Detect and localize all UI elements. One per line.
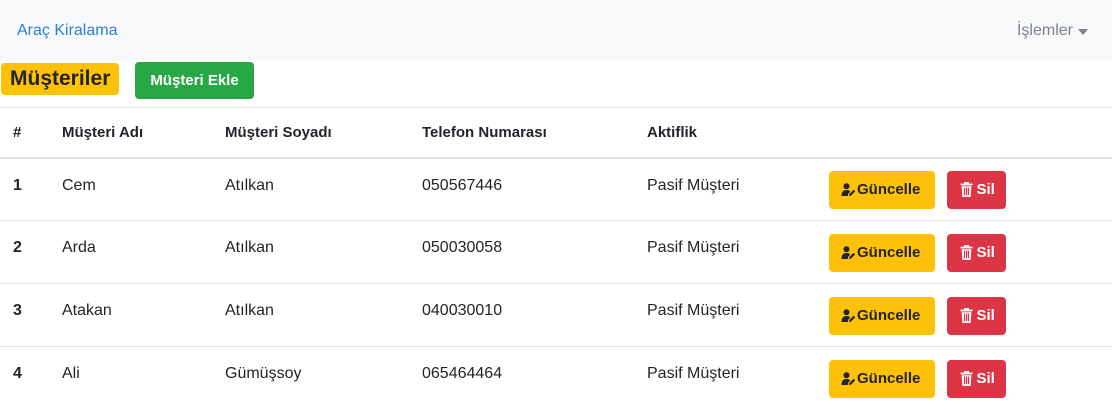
first-name-cell: Cem	[62, 157, 225, 221]
delete-button[interactable]: Sil	[947, 296, 1007, 335]
last-name-cell: Atılkan	[225, 283, 422, 347]
actions-cell: Güncelle Sil	[828, 220, 1112, 284]
user-edit-icon	[841, 245, 856, 260]
status-cell: Pasif Müşteri	[647, 157, 828, 221]
column-header-first-name: Müşteri Adı	[62, 107, 225, 159]
actions-cell: Güncelle Sil	[828, 157, 1112, 221]
column-header-status: Aktiflik	[647, 107, 828, 159]
status-cell: Pasif Müşteri	[647, 283, 828, 347]
phone-cell: 050567446	[422, 157, 647, 221]
page-title: Müşteriler	[1, 63, 120, 95]
update-button[interactable]: Güncelle	[829, 296, 935, 335]
column-header-last-name: Müşteri Soyadı	[225, 107, 422, 159]
first-name-cell: Arda	[62, 220, 225, 284]
phone-cell: 040030010	[422, 283, 647, 347]
actions-cell: Güncelle Sil	[828, 283, 1112, 347]
last-name-cell: Atılkan	[225, 220, 422, 284]
table-row: 1 Cem Atılkan 050567446 Pasif Müşteri Gü…	[0, 157, 1112, 221]
trash-icon	[960, 245, 975, 260]
update-label: Güncelle	[857, 244, 921, 261]
user-edit-icon	[841, 371, 856, 386]
actions-cell: Güncelle Sil	[828, 346, 1112, 410]
update-button[interactable]: Güncelle	[829, 233, 935, 272]
trash-icon	[960, 182, 975, 198]
add-customer-button[interactable]: Müşteri Ekle	[135, 62, 254, 99]
navbar: Araç Kiralama İşlemler	[0, 0, 1112, 60]
delete-button[interactable]: Sil	[947, 233, 1007, 272]
first-name-cell: Ali	[62, 346, 225, 410]
phone-cell: 065464464	[422, 346, 647, 410]
user-edit-icon	[841, 182, 856, 197]
delete-label: Sil	[976, 307, 995, 324]
column-header-actions	[828, 107, 1112, 159]
trash-icon	[960, 308, 975, 323]
update-button[interactable]: Güncelle	[829, 359, 935, 398]
row-number: 4	[0, 346, 62, 410]
table-row: 3 Atakan Atılkan 040030010 Pasif Müşteri…	[0, 283, 1112, 347]
column-header-number: #	[0, 107, 62, 159]
delete-button[interactable]: Sil	[947, 359, 1007, 398]
row-number: 3	[0, 283, 62, 347]
row-number: 1	[0, 157, 62, 221]
customers-table: # Müşteri Adı Müşteri Soyadı Telefon Num…	[0, 107, 1112, 410]
table-header-row: # Müşteri Adı Müşteri Soyadı Telefon Num…	[0, 107, 1112, 159]
delete-button[interactable]: Sil	[947, 170, 1007, 209]
caret-down-icon	[1078, 28, 1088, 35]
status-cell: Pasif Müşteri	[647, 220, 828, 284]
delete-label: Sil	[976, 181, 995, 199]
status-cell: Pasif Müşteri	[647, 346, 828, 410]
first-name-cell: Atakan	[62, 283, 225, 347]
update-label: Güncelle	[857, 307, 921, 324]
dropdown-label: İşlemler	[1016, 22, 1073, 39]
delete-label: Sil	[976, 370, 995, 388]
trash-icon	[960, 371, 975, 387]
delete-label: Sil	[976, 244, 995, 261]
table-row: 2 Arda Atılkan 050030058 Pasif Müşteri G…	[0, 220, 1112, 284]
update-button[interactable]: Güncelle	[829, 170, 935, 209]
column-header-phone: Telefon Numarası	[422, 107, 647, 159]
row-number: 2	[0, 220, 62, 284]
islemler-dropdown[interactable]: İşlemler	[1017, 22, 1088, 40]
last-name-cell: Gümüşsoy	[225, 346, 422, 410]
user-edit-icon	[841, 308, 856, 323]
table-row: 4 Ali Gümüşsoy 065464464 Pasif Müşteri G…	[0, 346, 1112, 410]
last-name-cell: Atılkan	[225, 157, 422, 221]
phone-cell: 050030058	[422, 220, 647, 284]
update-label: Güncelle	[857, 370, 921, 388]
brand-link[interactable]: Araç Kiralama	[17, 22, 117, 40]
update-label: Güncelle	[857, 181, 921, 199]
